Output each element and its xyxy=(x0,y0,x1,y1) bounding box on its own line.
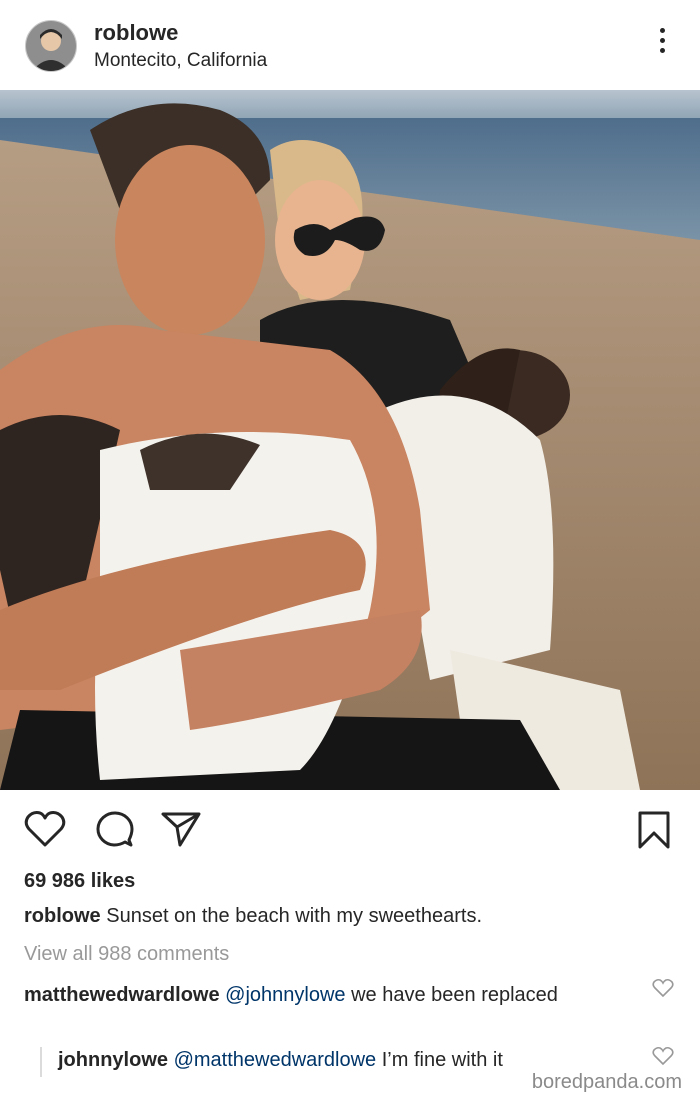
caption: roblowe Sunset on the beach with my swee… xyxy=(24,905,482,928)
post-photo[interactable] xyxy=(0,90,700,790)
post-location[interactable]: Montecito, California xyxy=(94,50,267,72)
comment: matthewedwardlowe @johnnylowe we have be… xyxy=(24,980,624,1010)
comment-text: we have been replaced xyxy=(351,984,558,1006)
caption-text: Sunset on the beach with my sweethearts. xyxy=(106,905,482,927)
reply-like-button[interactable] xyxy=(652,1046,674,1066)
more-dots-icon xyxy=(659,28,665,33)
comment-button[interactable] xyxy=(94,810,134,853)
save-button[interactable] xyxy=(636,810,672,855)
avatar[interactable] xyxy=(25,20,77,72)
bookmark-icon xyxy=(638,811,670,849)
more-options-button[interactable] xyxy=(654,28,670,62)
heart-icon xyxy=(652,978,674,998)
reply-username[interactable]: johnnylowe xyxy=(58,1049,168,1071)
comment-username[interactable]: matthewedwardlowe xyxy=(24,984,220,1006)
post-header: roblowe Montecito, California xyxy=(0,0,700,90)
likes-count[interactable]: 69 986 likes xyxy=(24,870,135,893)
reply-text: I’m fine with it xyxy=(381,1049,503,1071)
comment-mention[interactable]: @johnnylowe xyxy=(225,984,345,1006)
reply-thread-line xyxy=(40,1047,42,1077)
action-bar xyxy=(0,792,700,864)
like-button[interactable] xyxy=(24,810,66,853)
comment-icon xyxy=(96,811,134,847)
post-username[interactable]: roblowe xyxy=(94,20,178,46)
heart-icon xyxy=(652,1046,674,1066)
reply-mention[interactable]: @matthewedwardlowe xyxy=(174,1049,377,1071)
caption-username[interactable]: roblowe xyxy=(24,905,101,927)
view-all-comments-link[interactable]: View all 988 comments xyxy=(24,943,229,966)
share-button[interactable] xyxy=(160,810,202,853)
comment-like-button[interactable] xyxy=(652,978,674,998)
watermark: boredpanda.com xyxy=(531,1071,682,1093)
heart-icon xyxy=(24,811,66,847)
paper-plane-icon xyxy=(161,812,201,847)
